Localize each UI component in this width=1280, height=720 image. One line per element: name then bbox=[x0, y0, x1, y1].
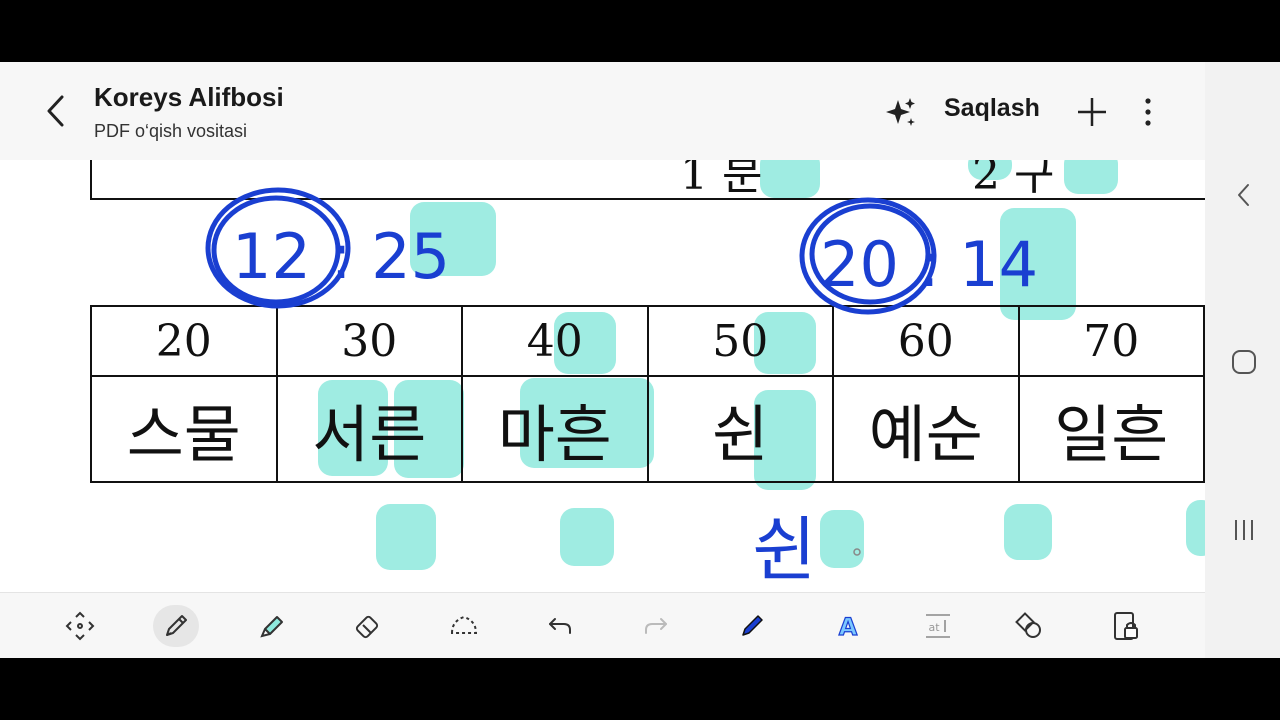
undo-button[interactable] bbox=[537, 605, 583, 647]
handwriting-layer: 12 : 25 20 : 14 쉰 bbox=[205, 187, 1038, 591]
pen-color-icon bbox=[742, 615, 763, 636]
app-header: Koreys Alifbosi PDF o‘qish vositasi Saql… bbox=[0, 62, 1205, 160]
handwritten-note-2: 20 : 14 bbox=[820, 228, 1038, 301]
pen-icon bbox=[166, 615, 187, 636]
pen-tool[interactable] bbox=[153, 605, 199, 647]
nav-recents-icon bbox=[1235, 520, 1253, 540]
add-button[interactable] bbox=[1074, 94, 1110, 130]
selection-tool[interactable] bbox=[57, 605, 103, 647]
more-vertical-icon bbox=[1145, 98, 1151, 126]
document-subtitle: PDF o‘qish vositasi bbox=[94, 121, 248, 141]
lasso-tool[interactable] bbox=[441, 605, 487, 647]
highlighter-tool[interactable] bbox=[249, 605, 295, 647]
eraser-tool[interactable] bbox=[345, 605, 391, 647]
text-box-icon: at bbox=[926, 614, 950, 638]
app-screen: Koreys Alifbosi PDF o‘qish vositasi Saql… bbox=[0, 62, 1280, 658]
ai-assist-button[interactable] bbox=[884, 96, 918, 130]
back-arrow-icon bbox=[47, 95, 64, 127]
text-style-button[interactable]: A bbox=[825, 605, 871, 647]
pen-color-button[interactable] bbox=[729, 605, 775, 647]
handwritten-word: 쉰 bbox=[752, 509, 816, 591]
selection-icon bbox=[65, 611, 95, 641]
save-button[interactable]: Saqlash bbox=[944, 94, 1040, 123]
shapes-icon bbox=[1015, 612, 1041, 638]
pdf-canvas[interactable]: 1 분 2 구 20 30 40 50 60 70 스물 서른 마흔 쉰 예순 … bbox=[0, 160, 1205, 592]
text-box-button[interactable]: at bbox=[915, 605, 961, 647]
handwritten-note-1: 12 : 25 bbox=[232, 220, 450, 293]
back-button[interactable] bbox=[36, 88, 76, 134]
shapes-button[interactable] bbox=[1005, 605, 1051, 647]
system-recents-button[interactable] bbox=[1229, 515, 1259, 545]
plus-icon bbox=[1078, 98, 1106, 126]
svg-text:at: at bbox=[928, 621, 940, 634]
lock-icon bbox=[1114, 612, 1138, 640]
undo-icon bbox=[549, 618, 571, 634]
nav-back-icon bbox=[1238, 184, 1249, 206]
drawing-toolbar: A at bbox=[0, 592, 1205, 658]
more-options-button[interactable] bbox=[1136, 94, 1160, 130]
lasso-icon bbox=[450, 615, 478, 634]
svg-text:A: A bbox=[839, 613, 858, 641]
lock-button[interactable] bbox=[1103, 605, 1149, 647]
text-style-icon: A bbox=[838, 612, 858, 641]
system-back-button[interactable] bbox=[1229, 180, 1259, 210]
document-title: Koreys Alifbosi bbox=[94, 82, 284, 112]
eraser-icon bbox=[355, 615, 379, 639]
redo-icon bbox=[645, 618, 667, 634]
nav-home-icon bbox=[1232, 350, 1256, 374]
redo-button[interactable] bbox=[633, 605, 679, 647]
system-navigation-bar bbox=[1205, 62, 1280, 658]
highlighter-icon bbox=[260, 616, 283, 638]
sparkle-ai-icon bbox=[886, 98, 915, 126]
system-home-button[interactable] bbox=[1229, 347, 1259, 377]
